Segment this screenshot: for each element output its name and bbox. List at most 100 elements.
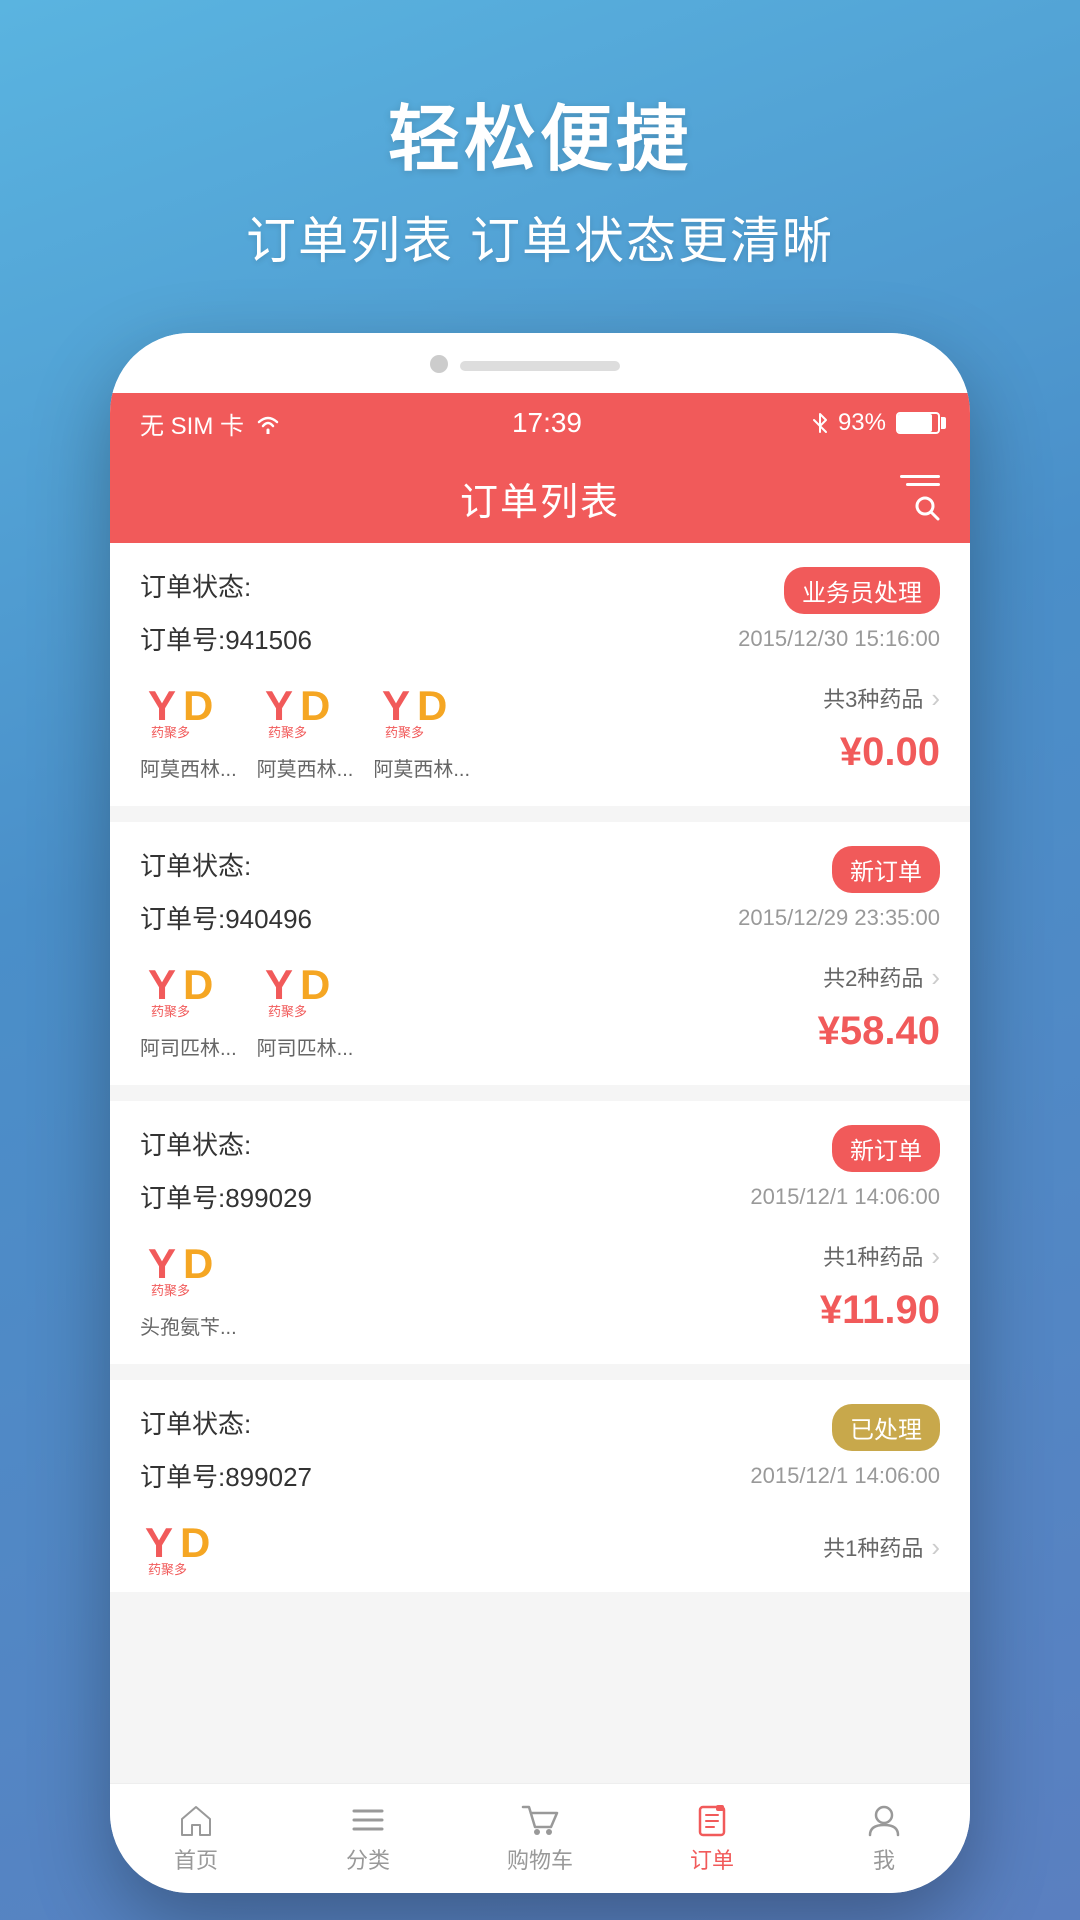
order-right-2: 共2种药品 › ¥58.40 (740, 961, 940, 1054)
status-bar: 无 SIM 卡 17:39 93% (110, 393, 970, 453)
svg-text:D: D (180, 1519, 210, 1566)
svg-text:药聚多: 药聚多 (268, 725, 307, 740)
yd-logo: Y D 药聚多 (143, 675, 233, 745)
product-name: 头孢氨苄... (140, 1311, 237, 1340)
svg-text:药聚多: 药聚多 (385, 725, 424, 740)
orders-icon (694, 1803, 730, 1837)
product-count-1: 共3种药品 › (823, 682, 940, 714)
yd-logo: Y D 药聚多 (140, 1512, 230, 1582)
svg-text:D: D (300, 961, 330, 1008)
chevron-right-icon: › (931, 1241, 940, 1272)
order-price-2: ¥58.40 (818, 1009, 940, 1054)
nav-title: 订单列表 (460, 471, 620, 526)
tab-cart-label: 购物车 (507, 1843, 573, 1875)
order-right-3: 共1种药品 › ¥11.90 (740, 1240, 940, 1333)
svg-text:D: D (183, 682, 213, 729)
carrier-text: 无 SIM 卡 (140, 406, 244, 441)
order-products-3: Y D 药聚多 头孢氨苄... 共1种药品 › ¥11.90 (140, 1233, 940, 1340)
product-list-1: Y D 药聚多 阿莫西林... Y D 药聚多 阿莫西林... (140, 675, 720, 782)
count-text-1: 共3种药品 (823, 682, 923, 714)
chevron-right-icon: › (931, 1532, 940, 1563)
wifi-icon (254, 412, 282, 434)
tab-profile-label: 我 (873, 1843, 895, 1875)
order-price-3: ¥11.90 (820, 1288, 940, 1333)
svg-text:Y: Y (265, 682, 293, 729)
product-item: Y D 药聚多 阿司匹林... (257, 954, 354, 1061)
order-right-4: 共1种药品 › (740, 1531, 940, 1563)
svg-text:D: D (183, 1240, 213, 1287)
cart-icon (521, 1803, 559, 1837)
phone-frame: 无 SIM 卡 17:39 93% 订单列表 (110, 333, 970, 1893)
svg-text:D: D (417, 682, 447, 729)
tab-category-label: 分类 (346, 1843, 390, 1875)
product-item: Y D 药聚多 (140, 1512, 230, 1582)
nav-search-filter-icon[interactable] (900, 475, 940, 521)
order-card-2[interactable]: 订单状态: 新订单 订单号:940496 2015/12/29 23:35:00… (110, 822, 970, 1085)
tab-home[interactable]: 首页 (110, 1803, 282, 1875)
count-text-2: 共2种药品 (823, 961, 923, 993)
order-date-2: 2015/12/29 23:35:00 (738, 905, 940, 931)
chevron-right-icon: › (931, 683, 940, 714)
tab-profile[interactable]: 我 (798, 1803, 970, 1875)
status-time: 17:39 (512, 407, 582, 439)
tab-bar: 首页 分类 购物车 订 (110, 1783, 970, 1893)
home-icon (178, 1803, 214, 1837)
bluetooth-icon (812, 412, 828, 434)
product-count-4: 共1种药品 › (823, 1531, 940, 1563)
order-header-4: 订单状态: 已处理 (140, 1404, 940, 1451)
tab-orders[interactable]: 订单 (626, 1803, 798, 1875)
tab-cart[interactable]: 购物车 (454, 1803, 626, 1875)
order-date-1: 2015/12/30 15:16:00 (738, 626, 940, 652)
svg-text:药聚多: 药聚多 (268, 1004, 307, 1019)
order-status-label-4: 订单状态: (140, 1404, 251, 1441)
order-list: 订单状态: 业务员处理 订单号:941506 2015/12/30 15:16:… (110, 543, 970, 1783)
phone-speaker (460, 361, 620, 371)
svg-text:Y: Y (148, 1240, 176, 1287)
search-icon (914, 495, 940, 521)
order-card-4[interactable]: 订单状态: 已处理 订单号:899027 2015/12/1 14:06:00 … (110, 1380, 970, 1592)
category-icon (350, 1803, 386, 1837)
status-right: 93% (812, 409, 940, 437)
phone-top-bezel (110, 333, 970, 393)
order-card-3[interactable]: 订单状态: 新订单 订单号:899029 2015/12/1 14:06:00 … (110, 1101, 970, 1364)
product-item: Y D 药聚多 阿莫西林... (140, 675, 237, 782)
order-badge-4: 已处理 (832, 1404, 940, 1451)
product-name: 阿莫西林... (257, 753, 354, 782)
order-number-row-1: 订单号:941506 2015/12/30 15:16:00 (140, 620, 940, 657)
product-list-4: Y D 药聚多 (140, 1512, 720, 1582)
promo-section: 轻松便捷 订单列表 订单状态更清晰 (0, 0, 1080, 333)
tab-category[interactable]: 分类 (282, 1803, 454, 1875)
product-count-3: 共1种药品 › (823, 1240, 940, 1272)
battery-percent: 93% (838, 409, 886, 437)
svg-text:药聚多: 药聚多 (151, 1004, 190, 1019)
order-date-3: 2015/12/1 14:06:00 (750, 1184, 940, 1210)
nav-bar: 订单列表 (110, 453, 970, 543)
order-price-1: ¥0.00 (840, 730, 940, 775)
product-name: 阿司匹林... (140, 1032, 237, 1061)
order-number-4: 订单号:899027 (140, 1457, 312, 1494)
svg-text:D: D (300, 682, 330, 729)
status-left: 无 SIM 卡 (140, 406, 282, 441)
svg-text:药聚多: 药聚多 (151, 725, 190, 740)
yd-logo: Y D 药聚多 (260, 954, 350, 1024)
product-count-2: 共2种药品 › (823, 961, 940, 993)
order-products-4: Y D 药聚多 共1种药品 › (140, 1512, 940, 1582)
svg-text:Y: Y (265, 961, 293, 1008)
product-item: Y D 药聚多 阿司匹林... (140, 954, 237, 1061)
phone-camera (430, 355, 448, 373)
order-number-row-3: 订单号:899029 2015/12/1 14:06:00 (140, 1178, 940, 1215)
product-item: Y D 药聚多 阿莫西林... (257, 675, 354, 782)
product-item: Y D 药聚多 头孢氨苄... (140, 1233, 237, 1340)
order-number-2: 订单号:940496 (140, 899, 312, 936)
count-text-3: 共1种药品 (823, 1240, 923, 1272)
yd-logo: Y D 药聚多 (377, 675, 467, 745)
order-status-label-1: 订单状态: (140, 567, 251, 604)
svg-text:D: D (183, 961, 213, 1008)
svg-text:药聚多: 药聚多 (148, 1562, 187, 1577)
svg-text:药聚多: 药聚多 (151, 1283, 190, 1298)
order-products-1: Y D 药聚多 阿莫西林... Y D 药聚多 阿莫西林... (140, 675, 940, 782)
battery-icon (896, 412, 940, 434)
tab-orders-label: 订单 (690, 1843, 734, 1875)
order-card-1[interactable]: 订单状态: 业务员处理 订单号:941506 2015/12/30 15:16:… (110, 543, 970, 806)
order-status-label-3: 订单状态: (140, 1125, 251, 1162)
